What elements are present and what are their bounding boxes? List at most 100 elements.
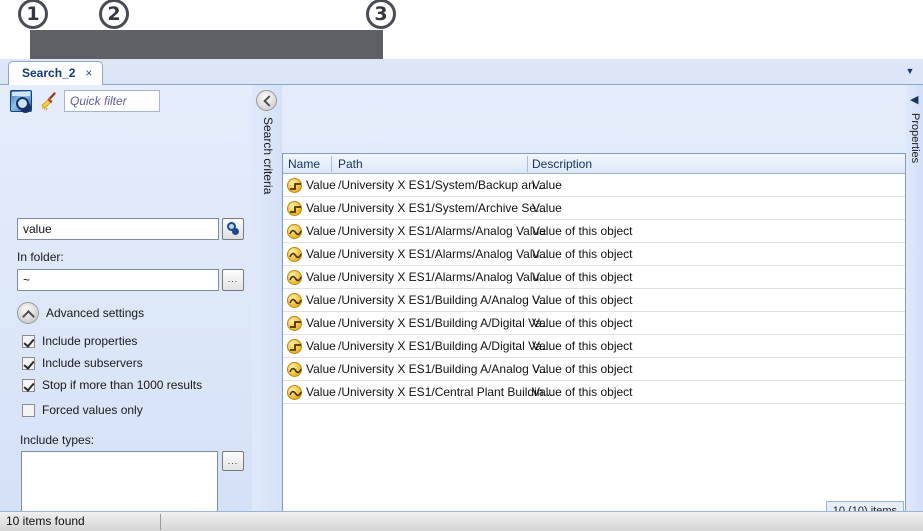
row-name: Value (306, 247, 336, 261)
content-area: Quick filter value In folder: ~ ... Adva… (0, 85, 923, 531)
row-name: Value (306, 385, 336, 399)
row-description: Value of this object (532, 270, 633, 284)
include-types-listbox[interactable] (21, 451, 218, 512)
checkbox-label: Forced values only (42, 403, 143, 417)
properties-strip: ◀ Properties (906, 85, 923, 531)
properties-label[interactable]: Properties (909, 113, 921, 163)
checkbox-label: Include properties (42, 334, 138, 348)
digital-value-icon (287, 178, 302, 193)
row-name: Value (306, 316, 336, 330)
row-path: /University X ES1/Alarms/Analog Valu... (338, 270, 550, 284)
in-folder-input[interactable]: ~ (17, 269, 219, 291)
table-row[interactable]: Value /University X ES1/System/Backup an… (283, 174, 905, 197)
column-divider[interactable] (527, 156, 528, 172)
tab-search-2[interactable]: Search_2 × (8, 61, 104, 86)
row-description: Value of this object (532, 293, 633, 307)
tab-label: Search_2 (22, 66, 76, 80)
collapse-left-pane-button[interactable] (256, 90, 277, 111)
row-description: Value (532, 201, 562, 215)
row-description: Value of this object (532, 224, 633, 238)
row-path: /University X ES1/Alarms/Analog Valu... (338, 247, 550, 261)
digital-value-icon (287, 339, 302, 354)
analog-value-icon (287, 362, 302, 377)
row-path: /University X ES1/Building A/Analog V... (338, 293, 550, 307)
row-description: Value of this object (532, 385, 633, 399)
table-row[interactable]: Value /University X ES1/Building A/Analo… (283, 289, 905, 312)
row-description: Value (532, 178, 562, 192)
table-row[interactable]: Value /University X ES1/Alarms/Analog Va… (283, 243, 905, 266)
status-bar: 10 items found (0, 511, 923, 531)
row-path: /University X ES1/Building A/Digital Va.… (338, 316, 552, 330)
row-path: /University X ES1/System/Archive Se... (338, 201, 547, 215)
search-window-icon[interactable] (10, 90, 32, 112)
row-name: Value (306, 339, 336, 353)
row-path: /University X ES1/Alarms/Analog Value (338, 224, 546, 238)
search-query-input[interactable]: value (17, 218, 219, 240)
row-description: Value of this object (532, 316, 633, 330)
search-criteria-pane: Quick filter value In folder: ~ ... Adva… (0, 85, 252, 531)
analog-value-icon (287, 385, 302, 400)
table-row[interactable]: Value /University X ES1/Building A/Digit… (283, 335, 905, 358)
column-header-path[interactable]: Path (338, 157, 363, 171)
analog-value-icon (287, 247, 302, 262)
row-name: Value (306, 270, 336, 284)
table-row[interactable]: Value /University X ES1/Alarms/Analog Va… (283, 220, 905, 243)
checkbox-icon[interactable] (22, 357, 35, 370)
broom-icon[interactable] (38, 90, 60, 112)
column-divider[interactable] (331, 156, 332, 172)
tab-strip: Search_2 × ▼ (0, 59, 923, 86)
checkbox-icon[interactable] (22, 379, 35, 392)
checkbox-label: Stop if more than 1000 results (42, 378, 203, 392)
search-criteria-label[interactable]: Search criteria (261, 117, 275, 194)
row-name: Value (306, 293, 336, 307)
table-row[interactable]: Value /University X ES1/Building A/Analo… (283, 358, 905, 381)
row-name: Value (306, 224, 336, 238)
column-header-name[interactable]: Name (288, 157, 320, 171)
include-types-browse-button[interactable]: ... (222, 451, 244, 471)
quick-filter-input[interactable]: Quick filter (64, 90, 160, 112)
checkbox-icon[interactable] (22, 404, 35, 417)
row-description: Value of this object (532, 339, 633, 353)
analog-value-icon (287, 270, 302, 285)
in-folder-browse-button[interactable]: ... (222, 269, 244, 291)
checkbox-label: Include subservers (42, 356, 143, 370)
table-row[interactable]: Value /University X ES1/Building A/Digit… (283, 312, 905, 335)
status-text: 10 items found (6, 514, 85, 528)
run-search-button[interactable] (222, 218, 244, 240)
row-path: /University X ES1/Central Plant Buildin.… (338, 385, 554, 399)
callout-bar (30, 30, 383, 59)
digital-value-icon (287, 201, 302, 216)
analog-value-icon (287, 293, 302, 308)
results-rows: Value /University X ES1/System/Backup an… (283, 174, 905, 404)
row-description: Value of this object (532, 247, 633, 261)
search-toolbar: Quick filter (0, 85, 252, 117)
callout-badge-3: 3 (366, 0, 396, 29)
row-description: Value of this object (532, 362, 633, 376)
in-folder-label: In folder: (17, 250, 64, 264)
status-divider (160, 514, 161, 530)
column-header-description[interactable]: Description (532, 157, 592, 171)
chevron-left-icon[interactable]: ◀ (910, 93, 918, 106)
chevron-down-icon[interactable]: ▼ (903, 66, 917, 76)
close-icon[interactable]: × (85, 66, 92, 80)
row-name: Value (306, 178, 336, 192)
table-row[interactable]: Value /University X ES1/Central Plant Bu… (283, 381, 905, 404)
application-window: Search_2 × ▼ Quick filter value In folde… (0, 59, 923, 531)
advanced-settings-toggle[interactable] (17, 302, 39, 324)
row-path: /University X ES1/Building A/Analog V... (338, 362, 550, 376)
search-criteria-strip: Search criteria (252, 85, 282, 531)
row-name: Value (306, 362, 336, 376)
row-path: /University X ES1/Building A/Digital Va.… (338, 339, 552, 353)
callout-badge-2: 2 (99, 0, 129, 29)
screenshot-root: 1 2 3 Search_2 × ▼ Quick filter value In… (0, 0, 923, 531)
results-grid: Name Path Description Value /University … (282, 153, 906, 523)
row-name: Value (306, 201, 336, 215)
results-grid-header: Name Path Description (283, 154, 905, 174)
checkbox-icon[interactable] (22, 335, 35, 348)
table-row[interactable]: Value /University X ES1/System/Archive S… (283, 197, 905, 220)
table-row[interactable]: Value /University X ES1/Alarms/Analog Va… (283, 266, 905, 289)
digital-value-icon (287, 316, 302, 331)
magnifier-icon (227, 222, 236, 231)
include-types-label: Include types: (20, 433, 95, 447)
analog-value-icon (287, 224, 302, 239)
